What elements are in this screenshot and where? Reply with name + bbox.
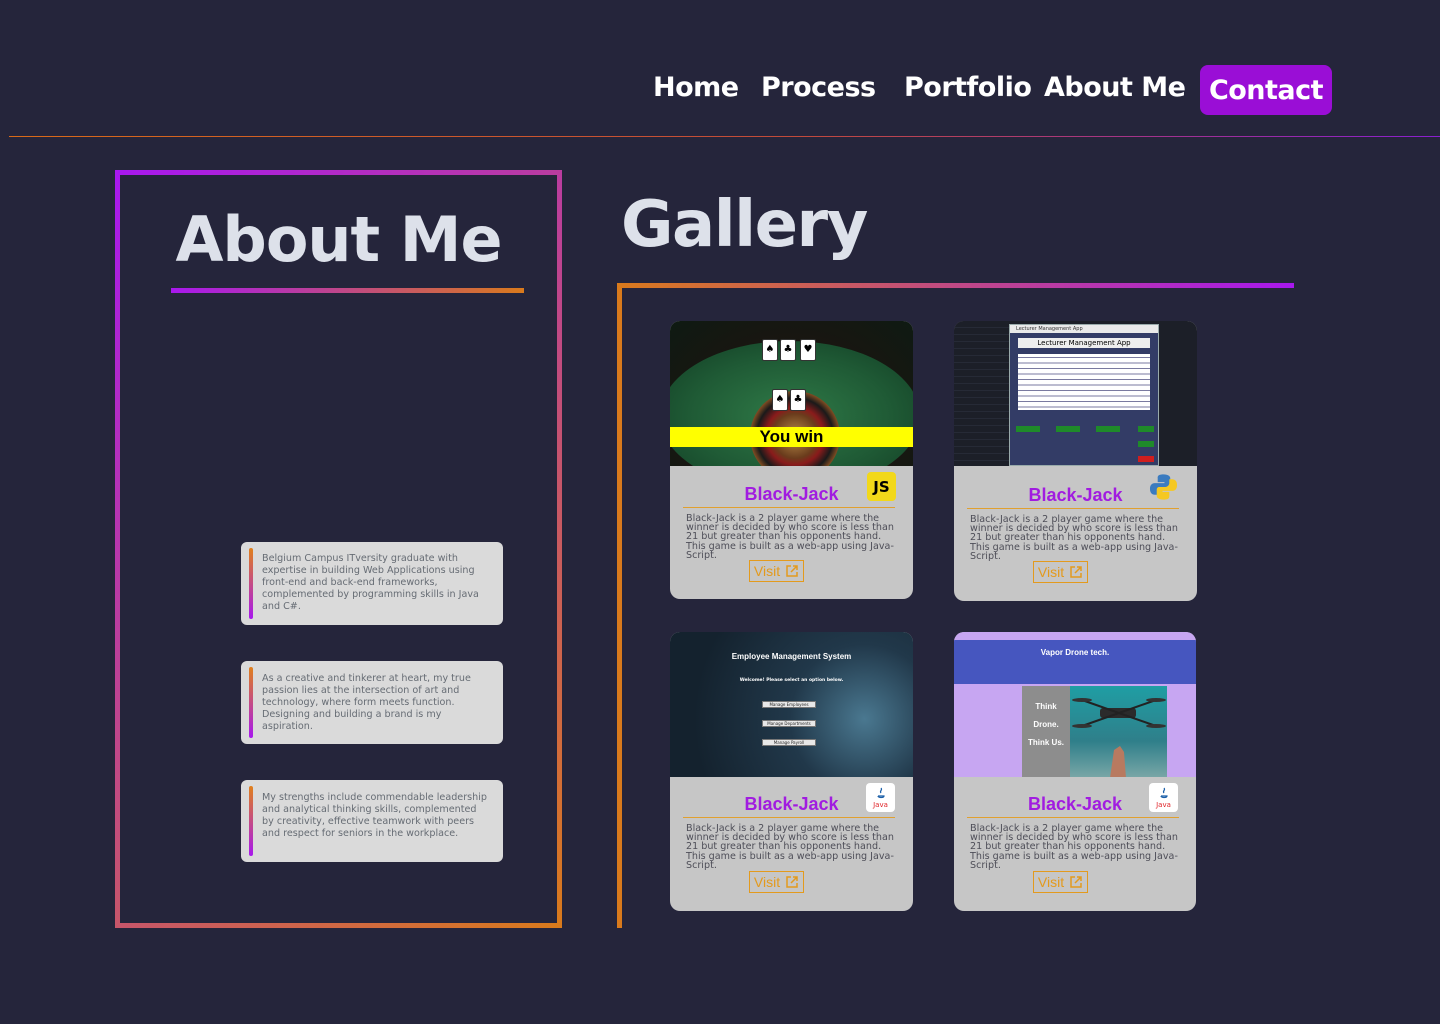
about-card-text: My strengths include commendable leaders… bbox=[262, 792, 487, 839]
about-card: My strengths include commendable leaders… bbox=[241, 780, 503, 862]
slogan-line: Drone. bbox=[1033, 720, 1059, 729]
nav-process-link[interactable]: Process bbox=[761, 72, 876, 103]
project-title-rule bbox=[683, 817, 895, 818]
screen-title: Employee Management System bbox=[731, 652, 852, 661]
project-card: ♠ ♣ ♥ ♠ ♣ You win JS Black-Jack Black-Ja… bbox=[670, 321, 913, 599]
screen-button: Manage Employees bbox=[762, 701, 816, 708]
about-card: As a creative and tinkerer at heart, my … bbox=[241, 661, 503, 744]
project-description: Black-Jack is a 2 player game where the … bbox=[970, 823, 1178, 871]
visit-label: Visit bbox=[753, 563, 781, 579]
gallery-frame-top bbox=[617, 283, 1294, 288]
project-card: Vapor Drone tech. Think Drone. Think Us.… bbox=[954, 632, 1196, 911]
project-description: Black-Jack is a 2 player game where the … bbox=[970, 514, 1178, 562]
about-underline bbox=[171, 288, 524, 293]
project-title-rule bbox=[967, 817, 1179, 818]
screen-button: Manage Payroll bbox=[762, 739, 816, 746]
lecturer-header: Lecturer Management App bbox=[1018, 338, 1150, 348]
about-section: About Me Belgium Campus ITversity gradua… bbox=[115, 170, 562, 928]
external-link-icon bbox=[786, 565, 798, 577]
project-card: Employee Management System Welcome! Plea… bbox=[670, 632, 913, 911]
nav-home-link[interactable]: Home bbox=[653, 72, 739, 103]
about-card-text: Belgium Campus ITversity graduate with e… bbox=[262, 553, 479, 612]
nav-about-link[interactable]: About Me bbox=[1044, 72, 1186, 103]
visit-button[interactable]: Visit bbox=[749, 871, 804, 893]
visit-button[interactable]: Visit bbox=[749, 560, 804, 582]
about-title: About Me bbox=[175, 203, 502, 276]
slogan-line: Think bbox=[1035, 702, 1057, 711]
gallery-frame-left bbox=[617, 283, 622, 928]
about-card-text: As a creative and tinkerer at heart, my … bbox=[262, 673, 471, 732]
visit-button[interactable]: Visit bbox=[1033, 561, 1088, 583]
card-accent-bar bbox=[249, 548, 253, 619]
project-screenshot: Lecturer Management App Lecturer Managem… bbox=[954, 321, 1197, 466]
external-link-icon bbox=[1070, 876, 1082, 888]
project-description: Black-Jack is a 2 player game where the … bbox=[686, 513, 894, 561]
project-title-rule bbox=[683, 507, 895, 508]
project-description: Black-Jack is a 2 player game where the … bbox=[686, 823, 894, 871]
project-card: Lecturer Management App Lecturer Managem… bbox=[954, 321, 1197, 601]
card-accent-bar bbox=[249, 667, 253, 738]
gallery-title: Gallery bbox=[621, 188, 868, 262]
project-title: Black-Jack bbox=[1028, 485, 1123, 505]
card-accent-bar bbox=[249, 786, 253, 856]
project-screenshot: Employee Management System Welcome! Plea… bbox=[670, 632, 913, 777]
project-title: Black-Jack bbox=[1027, 794, 1123, 814]
project-title-rule bbox=[967, 508, 1179, 509]
visit-label: Visit bbox=[753, 874, 781, 890]
slogan-line: Think Us. bbox=[1027, 738, 1064, 747]
screen-slogan: Think Drone. Think Us. bbox=[1022, 686, 1070, 777]
nav-contact-button[interactable]: Contact bbox=[1200, 65, 1332, 115]
visit-label: Visit bbox=[1037, 874, 1065, 890]
window-titlebar: Lecturer Management App bbox=[1010, 325, 1158, 333]
project-screenshot: Vapor Drone tech. Think Drone. Think Us. bbox=[954, 632, 1196, 777]
top-nav: Home Process Portfolio About Me Contact bbox=[0, 64, 1440, 116]
project-screenshot: ♠ ♣ ♥ ♠ ♣ You win bbox=[670, 321, 913, 466]
you-win-banner: You win bbox=[670, 427, 913, 447]
nav-portfolio-link[interactable]: Portfolio bbox=[904, 72, 1032, 103]
visit-button[interactable]: Visit bbox=[1033, 871, 1088, 893]
screen-prompt: Welcome! Please select an option below. bbox=[739, 678, 844, 683]
project-title: Black-Jack bbox=[744, 794, 839, 814]
screen-brand: Vapor Drone tech. bbox=[1040, 648, 1110, 657]
screen-button: Manage Departments bbox=[762, 720, 816, 727]
nav-divider bbox=[9, 136, 1440, 137]
external-link-icon bbox=[786, 876, 798, 888]
about-card: Belgium Campus ITversity graduate with e… bbox=[241, 542, 503, 625]
visit-label: Visit bbox=[1037, 564, 1065, 580]
drone-photo bbox=[1070, 686, 1167, 777]
project-title: Black-Jack bbox=[744, 484, 839, 504]
external-link-icon bbox=[1070, 566, 1082, 578]
